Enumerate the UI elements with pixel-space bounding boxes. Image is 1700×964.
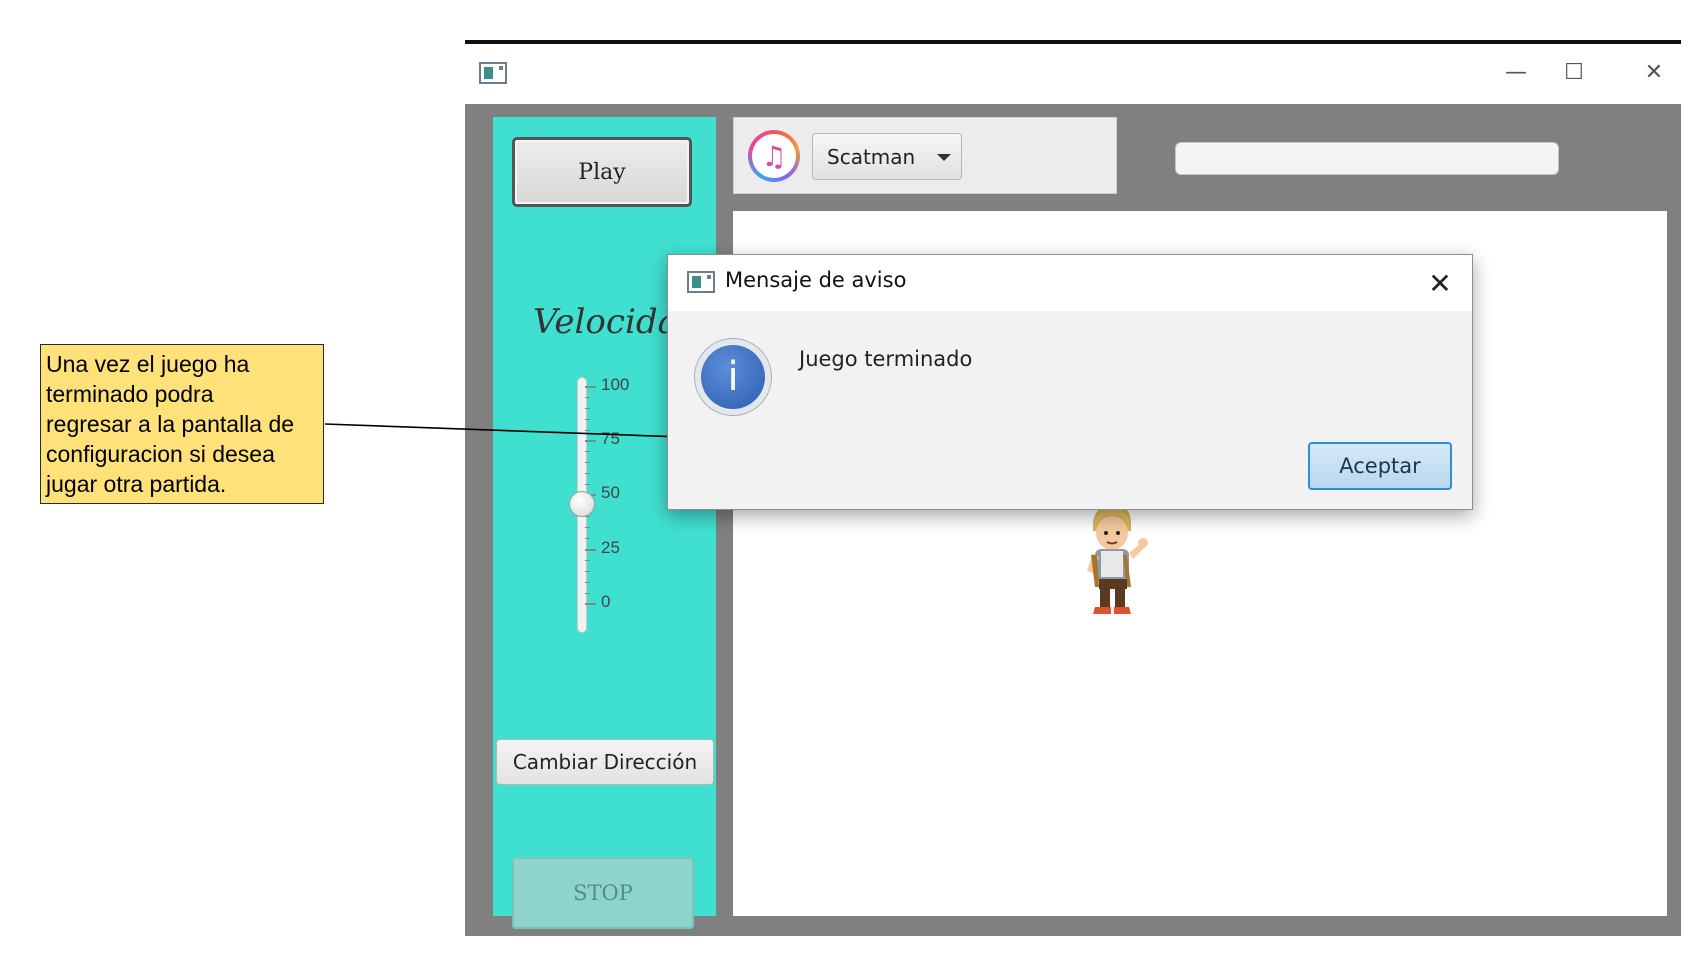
- message-dialog: Mensaje de aviso ✕ i Juego terminado Ace…: [667, 254, 1473, 510]
- dialog-titlebar[interactable]: Mensaje de aviso ✕: [668, 255, 1472, 311]
- accept-button[interactable]: Aceptar: [1308, 442, 1452, 490]
- info-icon: i: [694, 338, 772, 416]
- dialog-app-icon: [687, 271, 715, 293]
- dialog-close-button[interactable]: ✕: [1420, 263, 1460, 303]
- dialog-message: Juego terminado: [799, 347, 973, 371]
- dialog-title: Mensaje de aviso: [725, 268, 907, 292]
